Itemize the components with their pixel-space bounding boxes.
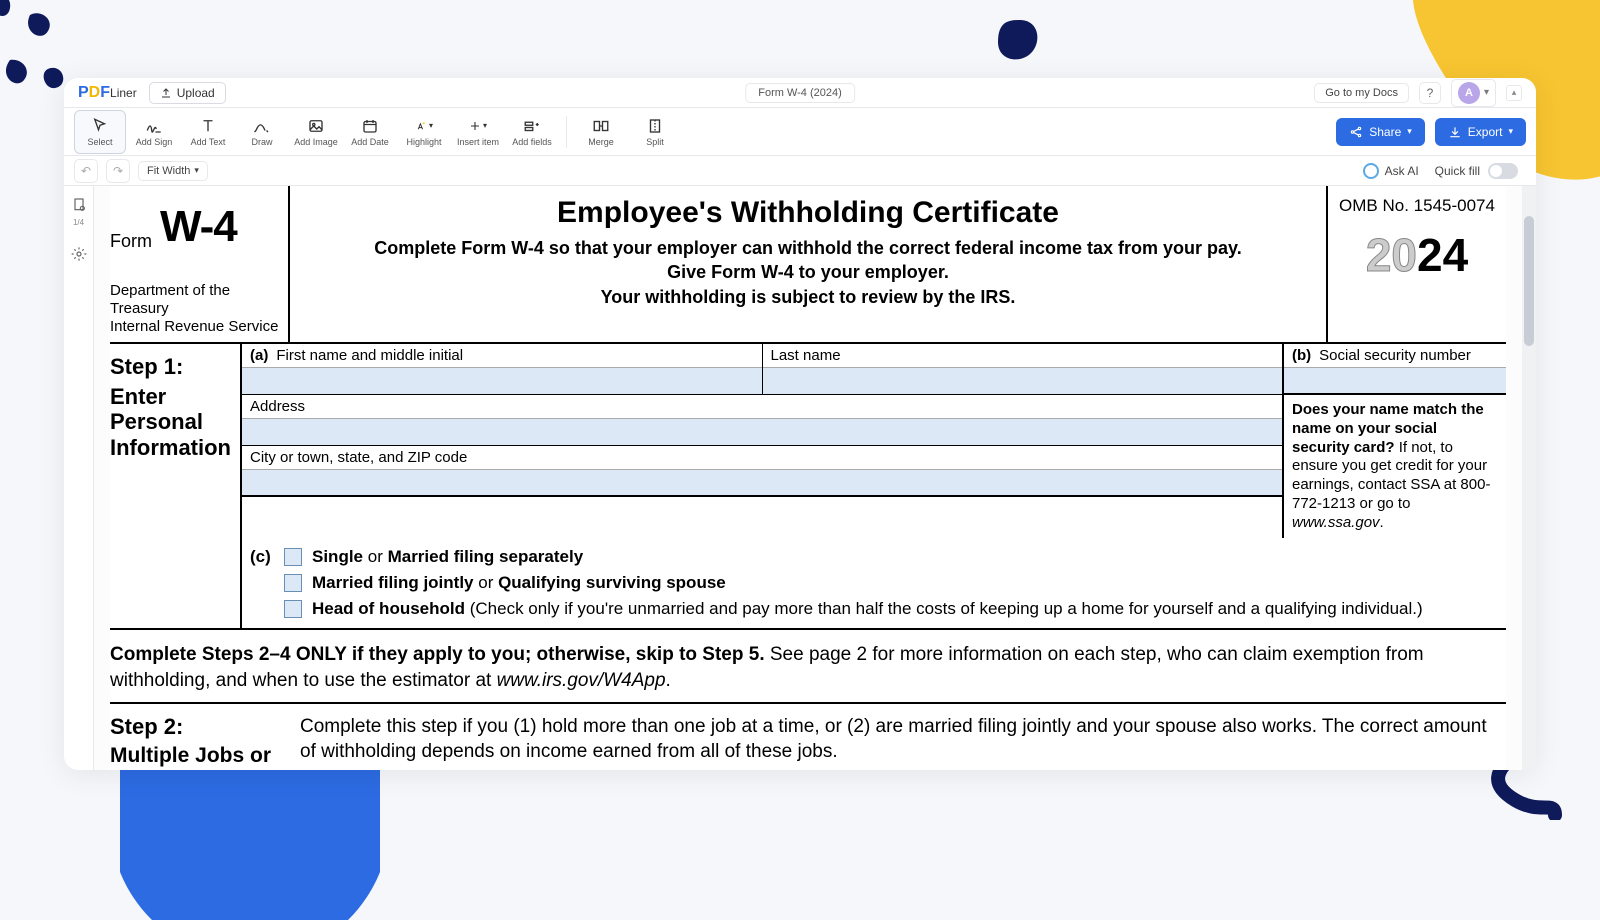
upload-label: Upload — [177, 86, 215, 100]
field-label: First name and middle initial — [276, 347, 463, 364]
field-label: Address — [250, 398, 305, 415]
scroll-thumb[interactable] — [1524, 216, 1534, 346]
upload-button[interactable]: Upload — [149, 82, 226, 104]
merge-icon — [592, 117, 610, 135]
field-label: Last name — [771, 347, 841, 364]
step-title: Enter Personal Information — [110, 384, 232, 460]
tool-add-image[interactable]: Add Image — [290, 110, 342, 154]
form-subtitle: Your withholding is subject to review by… — [310, 285, 1306, 309]
fields-icon — [523, 117, 541, 135]
topbar: PDFLiner Upload Form W-4 (2024) Go to my… — [64, 78, 1536, 108]
text-icon — [199, 117, 217, 135]
filing-option: Single or Married filing separately — [312, 547, 583, 567]
tool-merge[interactable]: Merge — [575, 110, 627, 154]
first-name-field[interactable] — [242, 367, 762, 395]
redo-button[interactable]: ↷ — [106, 159, 130, 183]
download-icon — [1448, 125, 1462, 139]
go-to-docs-button[interactable]: Go to my Docs — [1314, 83, 1409, 103]
page-count: 1/4 — [73, 218, 84, 227]
form-subtitle: Complete Form W-4 so that your employer … — [310, 236, 1306, 260]
step-number: Step 2: — [110, 714, 300, 740]
upload-icon — [160, 87, 172, 99]
step-number: Step 1: — [110, 354, 232, 380]
document-canvas[interactable]: Form W-4 Department of the Treasury Inte… — [94, 186, 1536, 770]
workspace: 1/4 Form W-4 Department of the Treasury … — [64, 186, 1536, 770]
tool-add-sign[interactable]: Add Sign — [128, 110, 180, 154]
last-name-field[interactable] — [763, 367, 1283, 395]
chevron-down-icon: ▾ — [1508, 126, 1513, 137]
form-year: 2024 — [1338, 228, 1496, 282]
chevron-down-icon: ▾ — [1407, 126, 1412, 137]
dept-line: Department of the Treasury — [110, 282, 280, 318]
gear-icon[interactable] — [70, 245, 88, 263]
ssn-field[interactable] — [1284, 367, 1506, 395]
draw-icon — [253, 117, 271, 135]
document-title[interactable]: Form W-4 (2024) — [745, 83, 855, 103]
city-field[interactable] — [242, 469, 1282, 497]
step-title: Multiple Jobs or Spouse — [110, 744, 300, 770]
ask-ai-button[interactable]: Ask AI — [1363, 163, 1419, 179]
form-name: W-4 — [160, 202, 237, 252]
share-icon — [1349, 125, 1363, 139]
field-label: City or town, state, and ZIP code — [250, 449, 467, 466]
logo[interactable]: PDFLiner — [78, 84, 137, 102]
zoom-select[interactable]: Fit Width ▾ — [138, 161, 208, 181]
dept-line: Internal Revenue Service — [110, 318, 280, 336]
chevron-down-icon: ▾ — [194, 165, 199, 176]
toggle[interactable] — [1488, 163, 1518, 179]
form-title: Employee's Withholding Certificate — [310, 196, 1306, 230]
help-button[interactable]: ? — [1419, 82, 1441, 104]
form-page: Form W-4 Department of the Treasury Inte… — [110, 186, 1506, 770]
cursor-icon — [91, 117, 109, 135]
address-field[interactable] — [242, 418, 1282, 446]
export-button[interactable]: Export ▾ — [1435, 118, 1526, 146]
avatar[interactable]: A — [1458, 82, 1480, 104]
filing-option: Head of household (Check only if you're … — [312, 599, 1423, 619]
toolbar: Select Add Sign Add Text Draw Add Image … — [64, 108, 1536, 156]
tool-draw[interactable]: Draw — [236, 110, 288, 154]
decor-splash — [990, 12, 1050, 72]
left-rail: 1/4 — [64, 186, 94, 770]
separator — [566, 116, 567, 148]
tool-add-fields[interactable]: Add fields — [506, 110, 558, 154]
tool-highlight[interactable]: ▾ Highlight — [398, 110, 450, 154]
split-icon — [646, 117, 664, 135]
tool-split[interactable]: Split — [629, 110, 681, 154]
ai-icon — [1363, 163, 1379, 179]
checkbox-married-jointly[interactable] — [284, 574, 302, 592]
step2-instructions: Complete this step if you (1) hold more … — [300, 714, 1506, 770]
collapse-button[interactable]: ▴ — [1506, 85, 1522, 101]
app-window: PDFLiner Upload Form W-4 (2024) Go to my… — [64, 78, 1536, 770]
highlight-icon: ▾ — [415, 117, 433, 135]
form-prefix: Form — [110, 231, 152, 252]
filing-option: Married filing jointly or Qualifying sur… — [312, 573, 726, 593]
checkbox-single[interactable] — [284, 548, 302, 566]
quick-fill-toggle: Quick fill — [1435, 163, 1518, 179]
tool-select[interactable]: Select — [74, 110, 126, 154]
form-subtitle: Give Form W-4 to your employer. — [310, 260, 1306, 284]
tool-add-date[interactable]: Add Date — [344, 110, 396, 154]
page-nav-icon[interactable] — [70, 196, 88, 214]
sign-icon — [145, 117, 163, 135]
image-icon — [307, 117, 325, 135]
tool-insert-item[interactable]: ▾ Insert item — [452, 110, 504, 154]
field-label: Social security number — [1319, 347, 1471, 364]
scrollbar[interactable] — [1522, 186, 1536, 770]
ssn-match-note: Does your name match the name on your so… — [1284, 395, 1506, 538]
instructions: Complete Steps 2–4 ONLY if they apply to… — [110, 630, 1506, 703]
subbar: ↶ ↷ Fit Width ▾ Ask AI Quick fill — [64, 156, 1536, 186]
omb-number: OMB No. 1545-0074 — [1338, 196, 1496, 216]
date-icon — [361, 117, 379, 135]
share-button[interactable]: Share ▾ — [1336, 118, 1425, 146]
undo-button[interactable]: ↶ — [74, 159, 98, 183]
checkbox-head-household[interactable] — [284, 600, 302, 618]
chevron-down-icon[interactable]: ▾ — [1484, 87, 1489, 98]
tool-add-text[interactable]: Add Text — [182, 110, 234, 154]
plus-icon: ▾ — [469, 117, 487, 135]
